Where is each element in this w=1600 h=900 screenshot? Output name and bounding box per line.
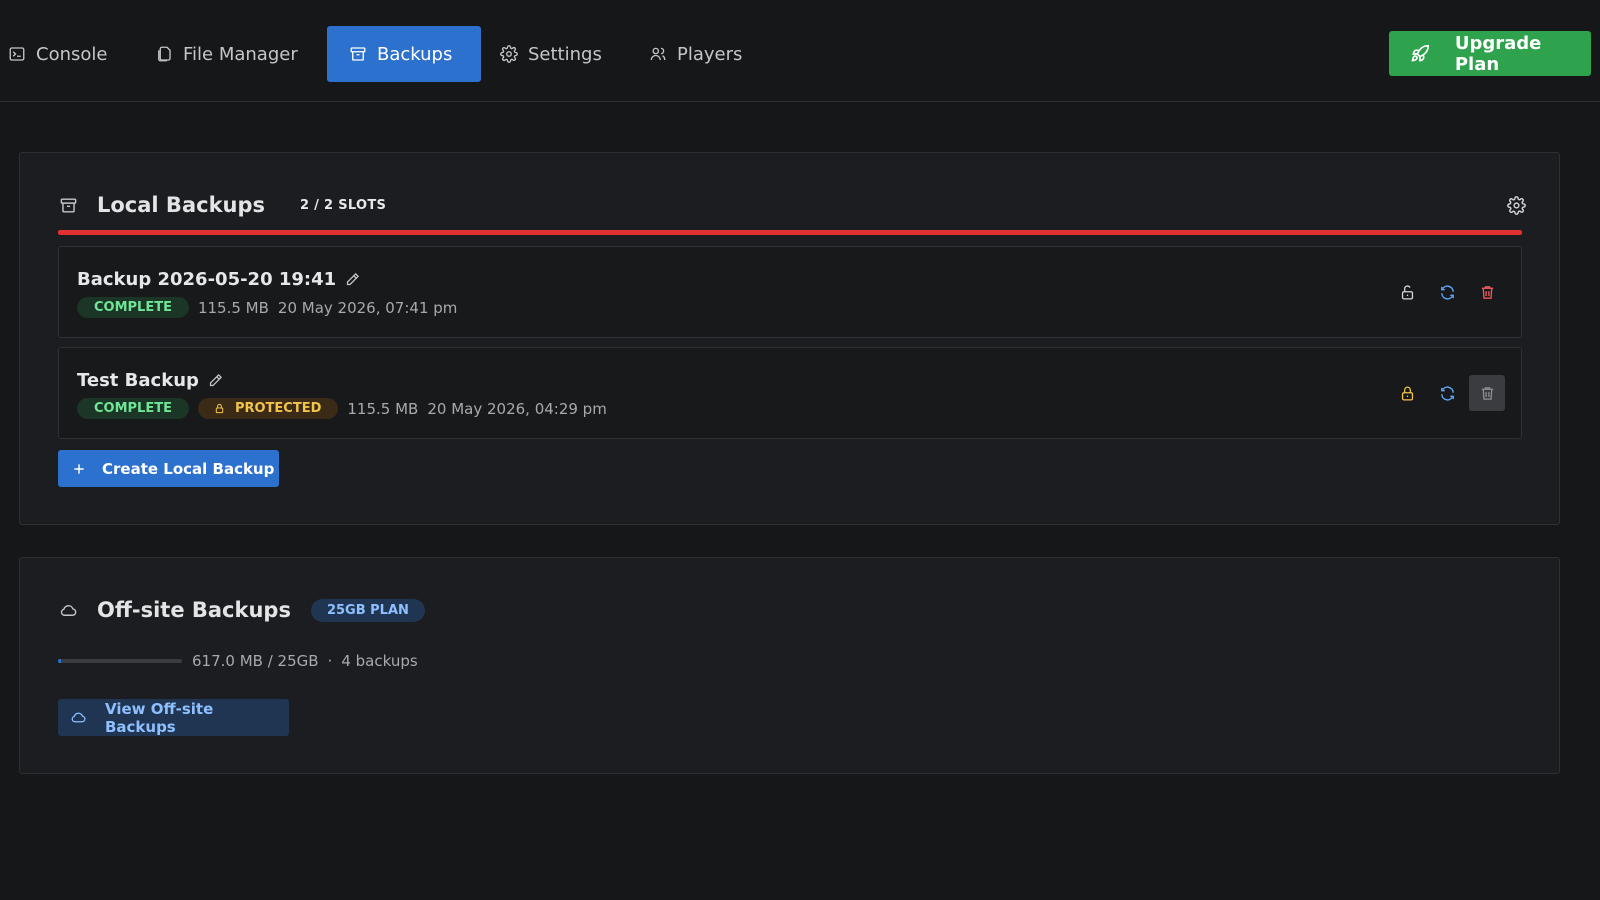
- backup-meta: COMPLETE PROTECTED 115.5 MB 20 May 2026,…: [77, 398, 607, 419]
- unlock-icon: [1401, 284, 1413, 300]
- tab-label: Players: [677, 43, 743, 65]
- edit-pencil-icon[interactable]: [345, 272, 360, 287]
- backup-count: 4 backups: [341, 652, 418, 670]
- tab-label: Settings: [528, 43, 602, 65]
- top-nav: Console File Manager Backups Settings Pl…: [0, 0, 1600, 102]
- create-local-backup-button[interactable]: Create Local Backup: [58, 450, 279, 487]
- restore-icon: [1440, 284, 1454, 300]
- offsite-backups-title: Off-site Backups: [97, 598, 291, 622]
- local-backups-panel: Local Backups 2 / 2 SLOTS Backup 2026-05…: [19, 152, 1560, 525]
- restore-button[interactable]: [1429, 274, 1465, 310]
- usage-bar: [58, 659, 182, 663]
- tab-label: Console: [36, 43, 108, 65]
- cloud-icon: [60, 604, 77, 616]
- backup-name-row: Backup 2026-05-20 19:41: [77, 269, 360, 290]
- backup-name-row: Test Backup: [77, 370, 223, 391]
- terminal-icon: [9, 47, 25, 61]
- slots-count: 2 / 2 SLOTS: [300, 197, 387, 213]
- offsite-backups-panel: Off-site Backups 25GB PLAN 617.0 MB / 25…: [19, 557, 1560, 774]
- unprotect-button[interactable]: [1389, 375, 1425, 411]
- archive-icon: [60, 197, 77, 213]
- tab-backups[interactable]: Backups: [327, 26, 482, 82]
- protect-button[interactable]: [1389, 274, 1425, 310]
- backup-row: Test Backup COMPLETE PROTECTED 115.5 MB …: [58, 347, 1522, 439]
- usage-bar-fill: [58, 659, 61, 663]
- delete-button-disabled[interactable]: [1469, 375, 1505, 411]
- files-icon: [158, 46, 171, 62]
- rocket-icon: [1411, 44, 1430, 62]
- backup-settings-icon[interactable]: [1507, 196, 1526, 215]
- backup-size: 115.5 MB: [197, 298, 269, 317]
- usage-text: 617.0 MB / 25GB: [192, 652, 319, 670]
- backup-size: 115.5 MB: [347, 399, 419, 418]
- plus-icon: [74, 463, 84, 474]
- local-backups-title: Local Backups: [97, 193, 266, 217]
- tab-players[interactable]: Players: [631, 26, 760, 82]
- offsite-usage: 617.0 MB / 25GB · 4 backups: [58, 652, 418, 670]
- lock-icon: [215, 403, 224, 414]
- slots-usage-bar: [58, 230, 1522, 235]
- backup-name: Backup 2026-05-20 19:41: [77, 269, 337, 290]
- archive-icon: [350, 47, 366, 61]
- lock-icon: [1401, 386, 1413, 401]
- view-offsite-backups-button[interactable]: View Off-site Backups: [58, 699, 289, 736]
- create-label: Create Local Backup: [102, 459, 275, 478]
- cloud-icon: [71, 712, 86, 723]
- tab-console[interactable]: Console: [0, 26, 125, 82]
- trash-icon: [1481, 285, 1493, 299]
- backup-actions: [1389, 274, 1505, 310]
- edit-pencil-icon[interactable]: [208, 373, 223, 388]
- upgrade-plan-button[interactable]: Upgrade Plan: [1389, 31, 1591, 76]
- view-offsite-label: View Off-site Backups: [104, 699, 214, 736]
- backup-name: Test Backup: [77, 370, 199, 391]
- separator: ·: [327, 652, 333, 670]
- backup-date: 20 May 2026, 07:41 pm: [277, 298, 458, 317]
- backup-date: 20 May 2026, 04:29 pm: [427, 399, 607, 418]
- backup-row: Backup 2026-05-20 19:41 COMPLETE 115.5 M…: [58, 246, 1522, 338]
- restore-button[interactable]: [1429, 375, 1465, 411]
- trash-icon: [1481, 386, 1493, 400]
- protected-label: PROTECTED: [234, 401, 322, 416]
- local-backups-header: Local Backups 2 / 2 SLOTS: [59, 193, 386, 217]
- delete-button[interactable]: [1469, 274, 1505, 310]
- plan-badge: 25GB PLAN: [310, 598, 425, 622]
- tab-label: File Manager: [183, 43, 298, 65]
- upgrade-plan-label: Upgrade Plan: [1454, 32, 1542, 75]
- tab-settings[interactable]: Settings: [482, 26, 620, 82]
- restore-icon: [1440, 385, 1454, 401]
- tab-label: Backups: [377, 43, 453, 65]
- users-icon: [650, 47, 666, 61]
- status-badge: COMPLETE: [77, 398, 189, 419]
- backup-actions: [1389, 375, 1505, 411]
- offsite-backups-header: Off-site Backups 25GB PLAN: [59, 598, 425, 622]
- tab-file-manager[interactable]: File Manager: [137, 26, 316, 82]
- protected-badge: PROTECTED: [197, 398, 339, 419]
- status-badge: COMPLETE: [77, 297, 189, 318]
- backup-meta: COMPLETE 115.5 MB 20 May 2026, 07:41 pm: [77, 297, 457, 318]
- gear-icon: [500, 45, 518, 63]
